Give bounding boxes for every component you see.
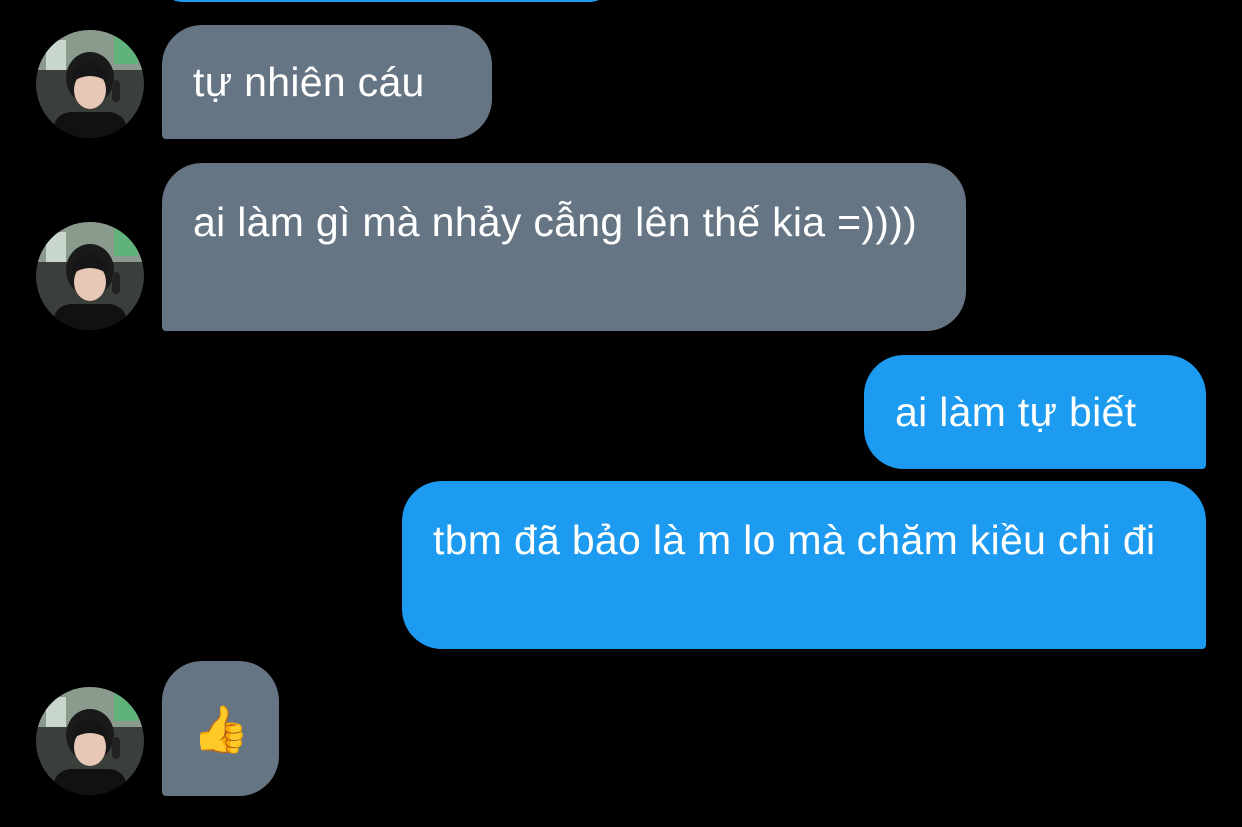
avatar-photo-icon — [36, 687, 144, 795]
message-bubble-sent[interactable]: ai làm tự biết — [864, 355, 1206, 469]
avatar-photo-icon — [36, 222, 144, 330]
message-bubble-received[interactable]: ai làm gì mà nhảy cẫng lên thế kia =)))) — [162, 163, 966, 331]
message-text: ai làm gì mà nhảy cẫng lên thế kia =)))) — [193, 199, 918, 245]
thumbs-up-icon: 👍 — [192, 703, 250, 755]
message-text: ai làm tự biết — [895, 389, 1137, 435]
message-bubble-sent[interactable]: tbm đã bảo là m lo mà chăm kiều chi đi — [402, 481, 1206, 649]
message-bubble-received[interactable]: 👍 — [162, 661, 279, 796]
avatar-photo-icon — [36, 30, 144, 138]
avatar[interactable] — [36, 30, 144, 138]
message-text: tự nhiên cáu — [193, 59, 425, 105]
message-bubble-received[interactable]: tự nhiên cáu — [162, 25, 492, 139]
avatar[interactable] — [36, 687, 144, 795]
previous-message-bubble-edge — [162, 0, 610, 2]
message-text: tbm đã bảo là m lo mà chăm kiều chi đi — [433, 517, 1156, 563]
avatar[interactable] — [36, 222, 144, 330]
